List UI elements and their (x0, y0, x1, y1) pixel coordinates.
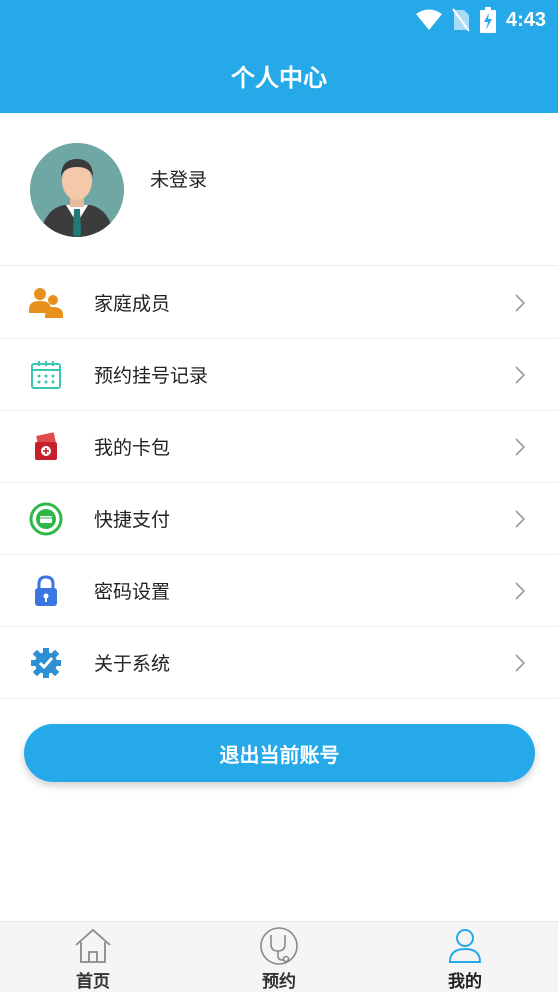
user-icon (448, 929, 482, 963)
logout-button[interactable]: 退出当前账号 (24, 724, 535, 782)
menu-item-label: 我的卡包 (94, 437, 171, 459)
status-bar: 4:43 (0, 0, 558, 40)
menu-item-quick-pay[interactable]: 快捷支付 (0, 483, 558, 555)
profile-section[interactable]: 未登录 (0, 113, 558, 266)
status-time: 4:43 (505, 8, 546, 31)
page-title: 个人中心 (231, 64, 327, 92)
chevron-right-icon (515, 294, 526, 312)
lock-icon (28, 573, 64, 609)
tab-label: 我的 (448, 972, 482, 992)
family-members-icon (28, 285, 64, 321)
tab-label: 首页 (76, 972, 110, 992)
menu-item-label: 家庭成员 (94, 293, 171, 315)
menu-item-label: 快捷支付 (94, 509, 171, 531)
chevron-right-icon (515, 366, 526, 384)
quick-pay-icon (28, 501, 64, 537)
menu-item-about-system[interactable]: 关于系统 (0, 627, 558, 699)
gear-check-icon (28, 645, 64, 681)
home-icon (75, 928, 111, 963)
chevron-right-icon (515, 582, 526, 600)
menu-item-password-settings[interactable]: 密码设置 (0, 555, 558, 627)
menu-item-label: 预约挂号记录 (94, 365, 209, 387)
tab-home[interactable]: 首页 (0, 922, 186, 992)
chevron-right-icon (515, 438, 526, 456)
chevron-right-icon (515, 510, 526, 528)
bottom-tab-bar: 首页 预约 我的 (0, 921, 558, 992)
chevron-right-icon (515, 654, 526, 672)
card-wallet-icon (28, 429, 64, 465)
menu-item-appointment-records[interactable]: 预约挂号记录 (0, 339, 558, 411)
login-status[interactable]: 未登录 (150, 165, 207, 192)
menu-item-label: 密码设置 (94, 581, 171, 603)
stethoscope-icon (260, 927, 298, 965)
status-icons: 4:43 (415, 6, 546, 34)
app-header: 4:43 个人中心 (0, 0, 558, 113)
battery-charging-icon (479, 7, 496, 33)
avatar-icon[interactable] (30, 143, 124, 237)
menu-item-card-wallet[interactable]: 我的卡包 (0, 411, 558, 483)
tab-mine[interactable]: 我的 (372, 922, 558, 992)
tab-label: 预约 (262, 972, 296, 992)
no-sim-icon (452, 8, 470, 32)
tab-appointment[interactable]: 预约 (186, 922, 372, 992)
menu-list: 家庭成员 预约挂号记录 我的卡包 快捷支付 密码设置 关于系统 (0, 267, 558, 699)
wifi-icon (415, 9, 442, 30)
calendar-icon (28, 357, 64, 393)
menu-item-label: 关于系统 (94, 653, 171, 675)
menu-item-family-members[interactable]: 家庭成员 (0, 267, 558, 339)
